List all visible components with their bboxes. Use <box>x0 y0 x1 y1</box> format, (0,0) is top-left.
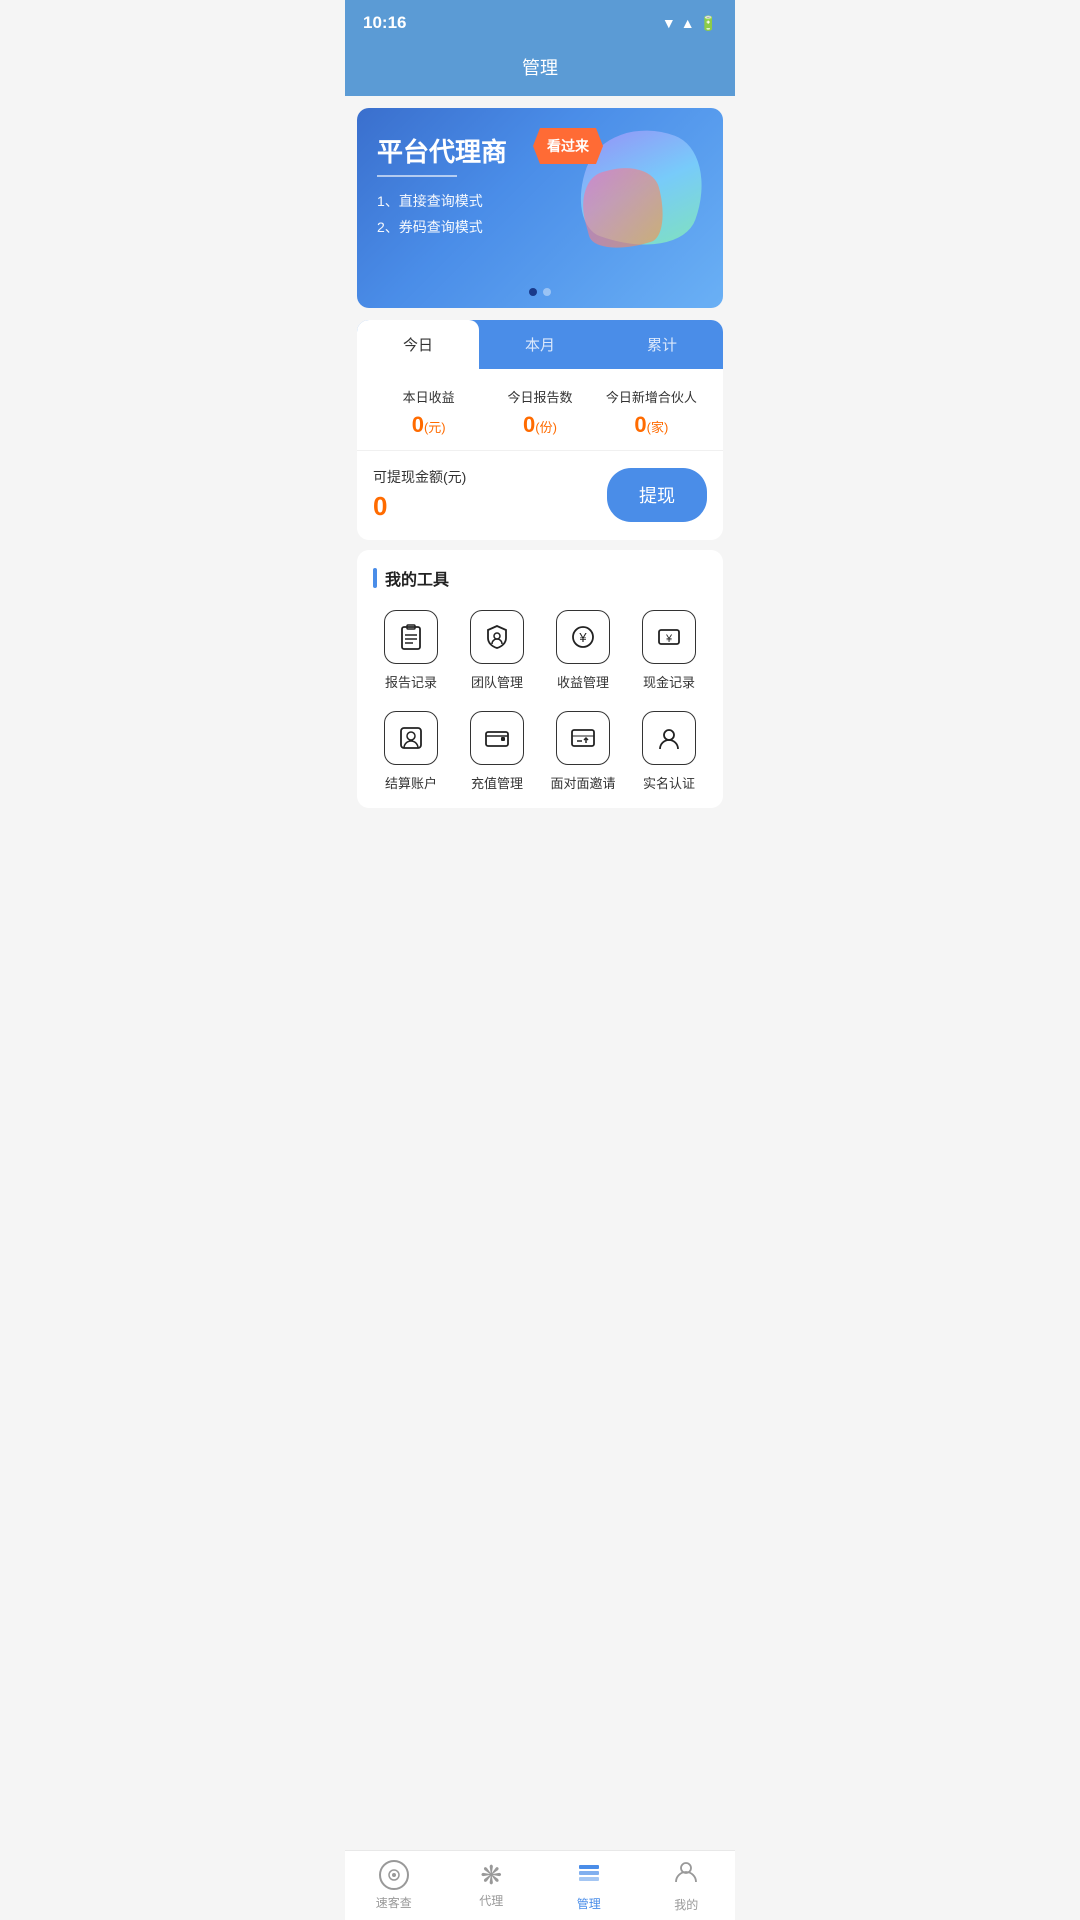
tool-icon-1 <box>470 610 524 664</box>
tool-label-3: 现金记录 <box>643 672 695 691</box>
tool-item-0[interactable]: 报告记录 <box>373 610 449 691</box>
tool-item-4[interactable]: 结算账户 <box>373 711 449 792</box>
dot-2 <box>543 288 551 296</box>
banner-dots <box>529 288 551 296</box>
svg-text:¥: ¥ <box>578 630 587 645</box>
nav-label-manage: 管理 <box>577 1895 601 1912</box>
tool-item-6[interactable]: 面对面邀请 <box>545 711 621 792</box>
banner: 平台代理商 1、直接查询模式 2、券码查询模式 看过来 <box>357 108 723 308</box>
stat-income-unit: (元) <box>424 420 446 435</box>
stat-income-value: 0(元) <box>373 412 484 438</box>
stat-reports-label: 今日报告数 <box>484 387 595 406</box>
tool-item-3[interactable]: ¥ 现金记录 <box>631 610 707 691</box>
stats-section: 今日 本月 累计 本日收益 0(元) 今日报告数 0(份) 今日新增合伙人 <box>357 320 723 540</box>
banner-item-2: 2、券码查询模式 <box>377 217 703 237</box>
nav-item-mine[interactable]: 我的 <box>638 1851 736 1920</box>
nav-icon-agent: ❋ <box>480 1862 502 1888</box>
nav-item-sukeque[interactable]: 速客查 <box>345 1851 443 1920</box>
tool-icon-4 <box>384 711 438 765</box>
withdrawal-info: 可提现金额(元) 0 <box>373 467 466 522</box>
status-icons: ▼ ▲ 🔋 <box>662 15 717 32</box>
tool-icon-6 <box>556 711 610 765</box>
tool-icon-2: ¥ <box>556 610 610 664</box>
page-title: 管理 <box>522 58 558 78</box>
tools-indicator <box>373 568 377 588</box>
withdrawal-button[interactable]: 提现 <box>607 468 707 522</box>
nav-icon-manage <box>575 1859 603 1891</box>
stats-grid: 本日收益 0(元) 今日报告数 0(份) 今日新增合伙人 0(家) <box>357 369 723 451</box>
stat-reports-value: 0(份) <box>484 412 595 438</box>
stat-reports: 今日报告数 0(份) <box>484 387 595 438</box>
withdrawal-row: 可提现金额(元) 0 提现 <box>357 451 723 540</box>
stat-partners-value: 0(家) <box>596 412 707 438</box>
stat-income: 本日收益 0(元) <box>373 387 484 438</box>
battery-icon: 🔋 <box>700 15 717 32</box>
dot-1 <box>529 288 537 296</box>
stat-reports-unit: (份) <box>535 420 557 435</box>
nav-item-agent[interactable]: ❋ 代理 <box>443 1851 541 1920</box>
stat-partners-number: 0 <box>634 412 646 437</box>
stat-partners-unit: (家) <box>647 420 669 435</box>
nav-icon-mine <box>673 1859 699 1892</box>
tool-label-6: 面对面邀请 <box>550 773 615 792</box>
tool-label-7: 实名认证 <box>643 773 695 792</box>
tab-total[interactable]: 累计 <box>601 320 723 369</box>
banner-badge: 看过来 <box>533 128 603 164</box>
svg-text:¥: ¥ <box>665 633 673 645</box>
nav-label-agent: 代理 <box>479 1892 503 1909</box>
nav-label-sukeque: 速客查 <box>376 1894 412 1911</box>
tools-header: 我的工具 <box>373 566 707 590</box>
tool-item-5[interactable]: 充值管理 <box>459 711 535 792</box>
page-header: 管理 <box>345 44 735 96</box>
withdrawal-amount: 0 <box>373 491 466 522</box>
nav-item-manage[interactable]: 管理 <box>540 1851 638 1920</box>
tool-icon-0 <box>384 610 438 664</box>
tab-today[interactable]: 今日 <box>357 320 479 369</box>
tool-label-1: 团队管理 <box>471 672 523 691</box>
signal-icon: ▲ <box>681 15 695 31</box>
tool-label-4: 结算账户 <box>385 773 437 792</box>
nav-label-mine: 我的 <box>674 1896 698 1913</box>
tool-item-7[interactable]: 实名认证 <box>631 711 707 792</box>
tool-label-2: 收益管理 <box>557 672 609 691</box>
stat-reports-number: 0 <box>523 412 535 437</box>
tools-section: 我的工具 报告记录 团队管理 ¥ 收益管理 ¥ 现金记录 结算账户 充值管理 面… <box>357 550 723 808</box>
banner-underline <box>377 175 457 177</box>
nav-icon-sukeque <box>379 1860 409 1890</box>
wifi-icon: ▼ <box>662 15 676 31</box>
stat-income-label: 本日收益 <box>373 387 484 406</box>
status-time: 10:16 <box>363 13 406 33</box>
tool-item-2[interactable]: ¥ 收益管理 <box>545 610 621 691</box>
tools-grid: 报告记录 团队管理 ¥ 收益管理 ¥ 现金记录 结算账户 充值管理 面对面邀请 … <box>373 610 707 792</box>
stat-income-number: 0 <box>412 412 424 437</box>
tab-month[interactable]: 本月 <box>479 320 601 369</box>
tool-item-1[interactable]: 团队管理 <box>459 610 535 691</box>
tool-label-5: 充值管理 <box>471 773 523 792</box>
status-bar: 10:16 ▼ ▲ 🔋 <box>345 0 735 44</box>
withdrawal-label: 可提现金额(元) <box>373 467 466 487</box>
stat-partners-label: 今日新增合伙人 <box>596 387 707 406</box>
tool-icon-7 <box>642 711 696 765</box>
tools-title: 我的工具 <box>385 566 449 590</box>
tool-icon-5 <box>470 711 524 765</box>
stats-tabs: 今日 本月 累计 <box>357 320 723 369</box>
banner-item-1: 1、直接查询模式 <box>377 191 703 211</box>
tool-icon-3: ¥ <box>642 610 696 664</box>
stat-partners: 今日新增合伙人 0(家) <box>596 387 707 438</box>
bottom-nav: 速客查 ❋ 代理 管理 我的 <box>345 1850 735 1920</box>
tool-label-0: 报告记录 <box>385 672 437 691</box>
